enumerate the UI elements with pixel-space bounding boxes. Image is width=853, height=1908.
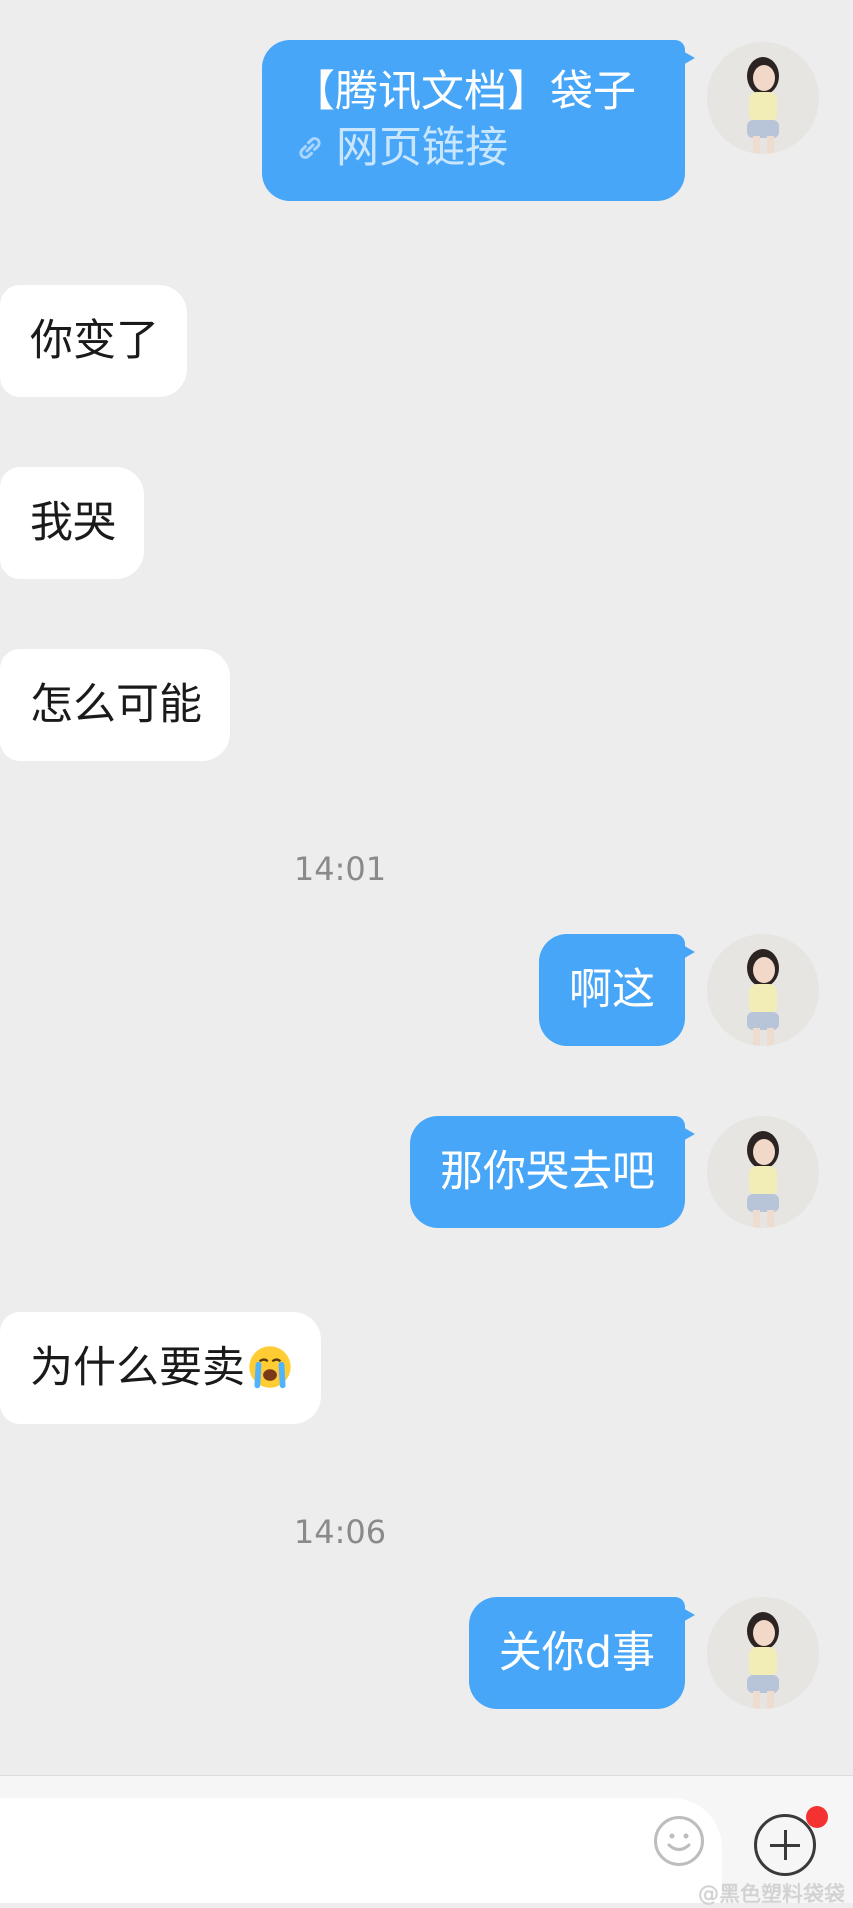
incoming-message-bubble[interactable]: 怎么可能 [0, 649, 230, 761]
chat-area[interactable]: 【腾讯文档】袋子 网页链接 你变了 我哭 怎么可能 14:01 啊这 那你哭去吧… [0, 0, 853, 1775]
avatar-image [707, 934, 819, 1046]
incoming-message-bubble[interactable]: 我哭 [0, 467, 144, 579]
avatar[interactable] [707, 42, 819, 154]
avatar[interactable] [707, 1597, 819, 1709]
incoming-message-bubble[interactable]: 你变了 [0, 285, 187, 397]
link-icon [299, 137, 321, 159]
message-input[interactable] [0, 1798, 722, 1903]
link-message-bubble[interactable]: 【腾讯文档】袋子 网页链接 [262, 40, 695, 201]
message-text: 那你哭去吧 [440, 1147, 655, 1197]
outgoing-message-bubble[interactable]: 关你d事 [468, 1597, 696, 1709]
message-text: 我哭 [30, 498, 116, 548]
avatar-image [707, 1116, 819, 1228]
message-text: 你变了 [30, 316, 159, 366]
avatar[interactable] [707, 1116, 819, 1228]
smiley-icon[interactable] [654, 1816, 704, 1866]
message-text: 为什么要卖 [30, 1343, 245, 1393]
incoming-message-bubble[interactable]: 为什么要卖 [0, 1312, 321, 1424]
crying-face-icon [249, 1346, 291, 1389]
watermark: @黑色塑料袋袋 [698, 1882, 845, 1906]
web-link[interactable]: 网页链接 [292, 120, 655, 176]
composer-bar: @黑色塑料袋袋 [0, 1775, 853, 1906]
link-title: 【腾讯文档】袋子 [292, 67, 636, 117]
timestamp: 14:06 [293, 1513, 387, 1551]
avatar-image [707, 42, 819, 154]
avatar[interactable] [707, 934, 819, 1046]
plus-circle-icon[interactable] [754, 1814, 816, 1876]
message-text: 啊这 [569, 965, 655, 1015]
message-text: 关你d事 [498, 1628, 655, 1678]
avatar-image [707, 1597, 819, 1709]
timestamp: 14:01 [293, 850, 387, 888]
notification-dot [806, 1806, 828, 1828]
link-label: 网页链接 [336, 123, 508, 173]
outgoing-message-bubble[interactable]: 啊这 [539, 934, 695, 1046]
outgoing-message-bubble[interactable]: 那你哭去吧 [410, 1116, 695, 1228]
message-text: 怎么可能 [30, 680, 202, 730]
